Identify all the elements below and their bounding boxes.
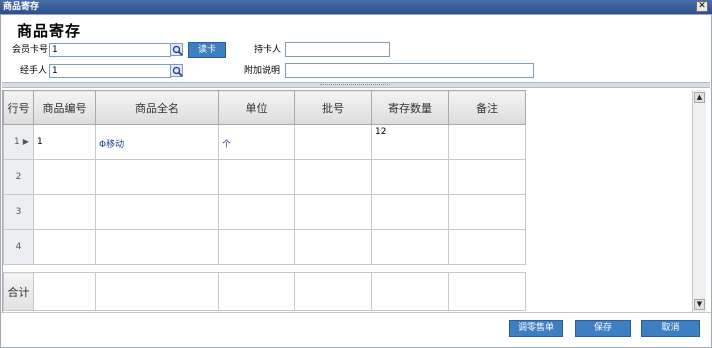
- batch-cell[interactable]: [294, 194, 372, 230]
- batch-cell[interactable]: [294, 124, 372, 160]
- code-cell[interactable]: [33, 194, 96, 230]
- col-header-note[interactable]: 备注: [448, 90, 526, 125]
- table-row[interactable]: 2: [3, 159, 526, 195]
- note-cell[interactable]: [448, 124, 526, 160]
- scroll-down-icon[interactable]: ▼: [694, 299, 705, 310]
- row-number-cell[interactable]: 3: [3, 194, 34, 230]
- page-title: 商品寄存: [17, 22, 82, 40]
- save-button[interactable]: 保存: [575, 320, 631, 337]
- window-title: 商品寄存: [3, 2, 40, 12]
- unit-cell[interactable]: [218, 159, 295, 195]
- window-titlebar: 商品寄存 ✕: [0, 0, 712, 14]
- magnifier-icon: [172, 66, 183, 77]
- adjust-retail-button[interactable]: 调零售单: [509, 320, 563, 337]
- goods-table: 行号 商品编号 商品全名 单位 批号 寄存数量 备注 1 ▶ 1 Φ移动 个 12: [3, 90, 526, 265]
- totals-label: 合计: [3, 272, 34, 311]
- totals-table: 合计: [3, 272, 526, 311]
- quantity-cell[interactable]: [371, 194, 449, 230]
- cardholder-input[interactable]: [285, 42, 390, 57]
- magnifier-icon: [172, 45, 183, 56]
- totals-cell: [218, 272, 295, 311]
- close-icon[interactable]: ✕: [696, 1, 708, 12]
- row-number-cell[interactable]: 2: [3, 159, 34, 195]
- col-header-quantity[interactable]: 寄存数量: [371, 90, 449, 125]
- table-row[interactable]: 1 ▶ 1 Φ移动 个 12: [3, 124, 526, 160]
- name-cell[interactable]: [95, 194, 219, 230]
- goods-grid: 行号 商品编号 商品全名 单位 批号 寄存数量 备注 1 ▶ 1 Φ移动 个 12: [2, 90, 692, 312]
- batch-cell[interactable]: [294, 159, 372, 195]
- cardholder-label: 持卡人: [254, 45, 282, 55]
- note-cell[interactable]: [448, 159, 526, 195]
- row-number-cell[interactable]: 1 ▶: [3, 124, 34, 160]
- table-row[interactable]: 3: [3, 194, 526, 230]
- col-header-unit[interactable]: 单位: [218, 90, 295, 125]
- unit-cell[interactable]: [218, 194, 295, 230]
- cancel-button[interactable]: 取消: [641, 320, 700, 337]
- name-cell[interactable]: [95, 159, 219, 195]
- member-card-lookup-button[interactable]: [170, 43, 183, 56]
- remark-label: 附加说明: [244, 66, 281, 76]
- unit-cell[interactable]: [218, 229, 295, 265]
- totals-cell: [448, 272, 526, 311]
- splitter[interactable]: [2, 82, 710, 88]
- handler-lookup-button[interactable]: [170, 64, 183, 77]
- totals-cell: [95, 272, 219, 311]
- row-pointer-icon: ▶: [22, 137, 29, 146]
- name-cell[interactable]: Φ移动: [95, 124, 219, 160]
- note-cell[interactable]: [448, 194, 526, 230]
- totals-cell: [33, 272, 96, 311]
- col-header-name[interactable]: 商品全名: [95, 90, 219, 125]
- scroll-up-icon[interactable]: ▲: [694, 92, 705, 103]
- quantity-cell[interactable]: [371, 229, 449, 265]
- col-header-code[interactable]: 商品编号: [33, 90, 96, 125]
- action-bar: 调零售单 保存 取消: [0, 312, 712, 348]
- totals-row: 合计: [3, 272, 526, 311]
- row-number-cell[interactable]: 4: [3, 229, 34, 265]
- table-row[interactable]: 4: [3, 229, 526, 265]
- code-cell[interactable]: 1: [33, 124, 96, 160]
- vertical-scrollbar[interactable]: ▲ ▼: [692, 90, 706, 312]
- totals-cell: [294, 272, 372, 311]
- member-card-input[interactable]: 1: [49, 43, 171, 57]
- col-header-batch[interactable]: 批号: [294, 90, 372, 125]
- batch-cell[interactable]: [294, 229, 372, 265]
- table-header-row: 行号 商品编号 商品全名 单位 批号 寄存数量 备注: [3, 90, 526, 125]
- name-cell[interactable]: [95, 229, 219, 265]
- code-cell[interactable]: [33, 159, 96, 195]
- col-header-row-number[interactable]: 行号: [3, 90, 34, 125]
- remark-input[interactable]: [285, 63, 534, 78]
- read-card-button[interactable]: 读卡: [188, 42, 226, 58]
- totals-cell: [371, 272, 449, 311]
- splitter-grip[interactable]: [320, 84, 390, 86]
- quantity-cell[interactable]: [371, 159, 449, 195]
- row-number: 1: [14, 137, 20, 147]
- handler-input[interactable]: 1: [49, 64, 171, 78]
- handler-label: 经手人: [20, 66, 48, 76]
- note-cell[interactable]: [448, 229, 526, 265]
- quantity-cell[interactable]: 12: [371, 124, 449, 160]
- form-area: 商品寄存 会员卡号 1 读卡 持卡人 经手人 1 附加说明: [0, 14, 712, 82]
- code-cell[interactable]: [33, 229, 96, 265]
- unit-cell[interactable]: 个: [218, 124, 295, 160]
- member-card-label: 会员卡号: [12, 45, 49, 55]
